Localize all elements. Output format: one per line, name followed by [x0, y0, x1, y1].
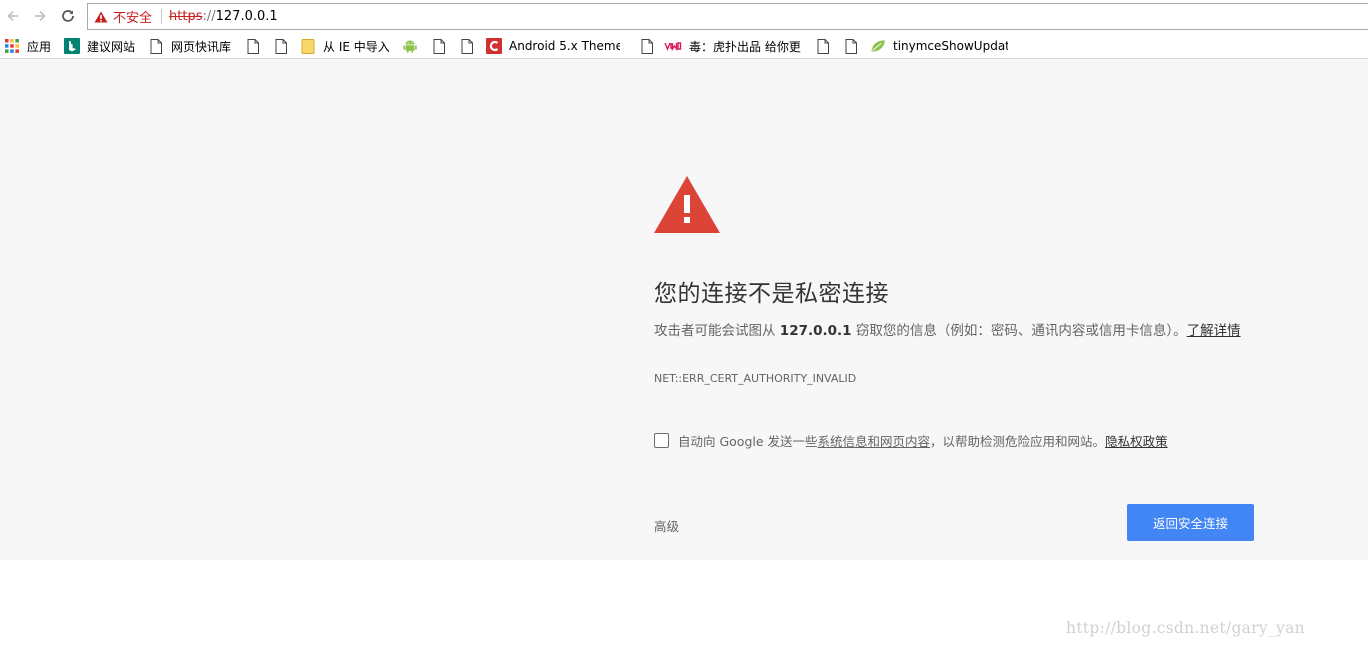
bookmark-label: 网页快讯库	[171, 39, 232, 54]
bookmark-label: Android 5.x Theme	[509, 39, 620, 53]
leaf-icon	[870, 38, 886, 54]
forward-arrow-icon	[35, 10, 46, 22]
omnibox-divider	[161, 9, 163, 24]
bookmark-android[interactable]	[402, 36, 425, 56]
forward-button[interactable]	[29, 4, 51, 28]
page-icon	[843, 38, 859, 54]
bookmark-suggested-sites[interactable]: 建议网站	[64, 36, 135, 56]
bookmark-label: tinymceShowUpdat	[893, 39, 1008, 53]
bookmark-page-3[interactable]	[431, 36, 454, 56]
ssl-interstitial: 您的连接不是私密连接 攻击者可能会试图从 127.0.0.1 窃取您的信息（例如…	[0, 59, 1368, 560]
page-icon	[459, 38, 475, 54]
bookmark-label: 应用	[27, 39, 52, 54]
bookmark-page-2[interactable]	[273, 36, 296, 56]
page-icon	[273, 38, 289, 54]
c-red-icon	[486, 38, 502, 54]
security-label: 不安全	[113, 11, 153, 26]
warning-triangle-icon	[94, 11, 108, 22]
back-arrow-icon	[7, 10, 18, 22]
danger-warning-icon	[654, 176, 720, 233]
dupu-icon	[664, 38, 682, 54]
page-icon	[639, 38, 655, 54]
optin-prefix: 自动向 Google 发送一些	[678, 434, 818, 449]
reload-icon	[62, 10, 74, 22]
explanation-host: 127.0.0.1	[779, 323, 852, 339]
apps-grid-icon	[4, 38, 20, 54]
bookmark-web-slice[interactable]: 网页快讯库	[148, 36, 231, 56]
bing-icon	[64, 38, 80, 54]
bookmark-tinymce[interactable]: tinymceShowUpdat	[870, 36, 1008, 56]
bookmark-android-theme[interactable]: Android 5.x Theme	[486, 36, 620, 56]
bookmark-label: 建议网站	[87, 39, 136, 54]
explanation-paragraph: 攻击者可能会试图从 127.0.0.1 窃取您的信息（例如：密码、通讯内容或信用…	[654, 319, 1254, 343]
learn-more-link[interactable]: 了解详情	[1187, 323, 1241, 339]
browser-toolbar: 不安全 https://127.0.0.1	[0, 0, 1368, 33]
safe-browsing-optin: 自动向 Google 发送一些 系统信息和网页内容 ，以帮助检测危险应用和网站。 隐私…	[654, 431, 1168, 450]
folder-icon	[300, 38, 316, 54]
url-host: 127.0.0.1	[215, 9, 278, 24]
page-icon	[431, 38, 447, 54]
back-to-safety-button[interactable]: 返回安全连接	[1127, 504, 1254, 541]
url-scheme: https	[169, 9, 203, 24]
bookmark-label: 从 IE 中导入	[323, 39, 390, 54]
bookmark-apps[interactable]: 应用	[4, 36, 51, 56]
privacy-policy-link[interactable]: 隐私权政策	[1105, 431, 1168, 450]
bookmark-page-1[interactable]	[245, 36, 268, 56]
back-button[interactable]	[2, 4, 24, 28]
bookmark-label: 毒：虎扑出品 给你更	[689, 39, 801, 54]
explanation-suffix: 窃取您的信息（例如：密码、通讯内容或信用卡信息）。	[851, 323, 1187, 339]
bookmark-page-7[interactable]	[843, 36, 866, 56]
optin-suffix: ，以帮助检测危险应用和网站。	[930, 434, 1106, 449]
optin-checkbox[interactable]	[654, 433, 669, 448]
bookmark-dupu[interactable]: 毒：虎扑出品 给你更	[664, 36, 802, 56]
bookmark-page-5[interactable]	[639, 36, 662, 56]
bookmark-folder-ie-import[interactable]: 从 IE 中导入	[300, 36, 390, 56]
page-icon	[148, 38, 164, 54]
page-title: 您的连接不是私密连接	[654, 281, 889, 307]
android-icon	[402, 38, 418, 54]
page-icon	[245, 38, 261, 54]
watermark: http://blog.csdn.net/gary_yan	[1066, 619, 1305, 637]
address-bar[interactable]: 不安全 https://127.0.0.1	[87, 3, 1368, 30]
url-separator: ://	[202, 9, 216, 24]
error-code: NET::ERR_CERT_AUTHORITY_INVALID	[654, 372, 857, 385]
url-text[interactable]: https://127.0.0.1	[169, 9, 278, 24]
reload-button[interactable]	[57, 4, 79, 28]
bookmarks-bar: 应用 建议网站 网页快讯库 从 IE 中导入 Android 5.x Theme…	[0, 33, 1368, 59]
system-info-link[interactable]: 系统信息和网页内容	[818, 431, 931, 450]
bookmark-page-4[interactable]	[459, 36, 482, 56]
security-chip[interactable]: 不安全	[88, 4, 152, 29]
bookmark-page-6[interactable]	[815, 36, 838, 56]
advanced-button[interactable]: 高级	[654, 516, 679, 535]
page-icon	[815, 38, 831, 54]
explanation-prefix: 攻击者可能会试图从	[654, 323, 780, 339]
